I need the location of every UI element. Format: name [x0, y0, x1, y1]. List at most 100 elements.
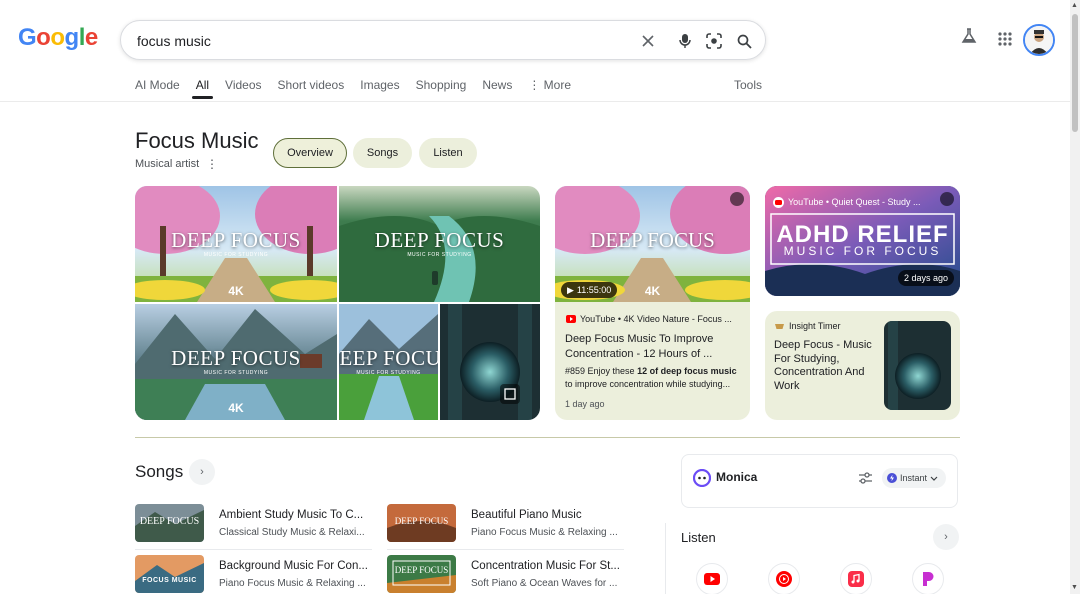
- 4k-badge: 4K: [228, 284, 244, 298]
- insight-timer-icon: [775, 323, 784, 329]
- song-artist: Soft Piano & Ocean Waves for ...: [471, 578, 618, 589]
- search-icon[interactable]: [734, 31, 754, 51]
- snippet-post: to improve concentration while studying.…: [565, 379, 731, 389]
- youtube-icon: [566, 315, 576, 323]
- bolt-icon: [887, 473, 897, 483]
- search-tabs: AI Mode All Videos Short videos Images Shoppi…: [135, 78, 587, 100]
- video-snippet: #859 Enjoy these 12 of deep focus music …: [565, 365, 743, 391]
- monica-panel[interactable]: Monica Instant: [681, 454, 958, 508]
- song-item[interactable]: DEEP FOCUS Ambient Study Music To C... C…: [135, 504, 372, 550]
- play-icon: ▶: [567, 284, 574, 295]
- collage-subtitle: MUSIC FOR STUDYING: [407, 252, 472, 258]
- song-artist: Piano Focus Music & Relaxing ...: [471, 527, 618, 538]
- chevron-right-icon: ›: [944, 531, 948, 543]
- image-tile-stream[interactable]: DEEP FOCUS MUSIC FOR STUDYING: [339, 304, 438, 420]
- logo-letter: G: [18, 24, 37, 51]
- song-title: Concentration Music For St...: [471, 560, 620, 572]
- video-duration-badge: ▶ 11:55:00: [561, 282, 618, 298]
- search-box[interactable]: focus music: [120, 20, 766, 60]
- tab-label: More: [543, 78, 572, 92]
- clear-icon[interactable]: [638, 31, 658, 51]
- adhd-source-text: YouTube • Quiet Quest - Study ...: [788, 197, 921, 207]
- labs-flask-icon[interactable]: [961, 28, 977, 49]
- song-artist: Classical Study Music & Relaxi...: [219, 527, 365, 538]
- pandora-icon[interactable]: [912, 563, 944, 594]
- settings-sliders-icon[interactable]: [859, 471, 872, 489]
- image-tile-cherry-path[interactable]: DEEP FOCUS MUSIC FOR STUDYING 4K: [135, 186, 337, 302]
- youtube-icon[interactable]: [696, 563, 728, 594]
- song-thumb-text: FOCUS MUSIC: [142, 577, 197, 584]
- mode-dropdown[interactable]: Instant: [882, 468, 946, 488]
- image-tile-river[interactable]: DEEP FOCUS MUSIC FOR STUDYING: [339, 186, 540, 302]
- logo-letter: g: [64, 24, 80, 51]
- video-duration: 11:55:00: [576, 285, 612, 295]
- scroll-up-icon[interactable]: ▲: [1071, 2, 1078, 9]
- mic-icon[interactable]: [675, 31, 695, 51]
- song-item[interactable]: DEEP FOCUS Concentration Music For St...…: [387, 555, 624, 594]
- song-thumb-text: DEEP FOCUS: [139, 516, 200, 527]
- song-thumb-text: DEEP FOCUS: [394, 565, 449, 575]
- video-title[interactable]: Deep Focus Music To Improve Concentratio…: [565, 332, 740, 362]
- song-item[interactable]: DEEP FOCUS Beautiful Piano Music Piano F…: [387, 504, 624, 550]
- logo-letter: o: [36, 24, 51, 51]
- insight-source: Insight Timer: [775, 321, 841, 331]
- songs-more-button[interactable]: ›: [189, 459, 215, 485]
- video-source-text: YouTube • 4K Video Nature - Focus ...: [580, 314, 732, 324]
- video-title-line1: Deep Focus Music To Improve: [565, 333, 714, 345]
- avatar[interactable]: [1023, 24, 1055, 56]
- tab-ai-mode[interactable]: AI Mode: [135, 78, 180, 100]
- scrollbar-thumb[interactable]: [1072, 14, 1078, 132]
- video-title-line2: Concentration - 12 Hours of ...: [565, 348, 713, 360]
- tab-short-videos[interactable]: Short videos: [278, 78, 345, 100]
- tab-shopping[interactable]: Shopping: [416, 78, 467, 100]
- google-logo[interactable]: Google: [18, 24, 98, 52]
- page-scrollbar[interactable]: ▲ ▼: [1070, 0, 1080, 594]
- lens-icon[interactable]: [704, 31, 724, 51]
- adhd-line2: MUSIC FOR FOCUS: [783, 244, 942, 258]
- chevron-right-icon: ›: [200, 466, 204, 478]
- chip-overview[interactable]: Overview: [273, 138, 347, 168]
- video-date: 1 day ago: [565, 399, 605, 409]
- tab-news[interactable]: News: [482, 78, 512, 100]
- tab-more[interactable]: ⋮ More: [528, 78, 571, 100]
- section-divider: [135, 437, 960, 438]
- collage-subtitle: MUSIC FOR STUDYING: [356, 370, 421, 376]
- header-divider: [0, 101, 1070, 102]
- listen-more-button[interactable]: ›: [933, 524, 959, 550]
- search-input[interactable]: focus music: [137, 33, 211, 49]
- tab-videos[interactable]: Videos: [225, 78, 261, 100]
- youtube-music-icon[interactable]: [768, 563, 800, 594]
- insight-thumbnail[interactable]: [884, 321, 951, 410]
- tools-button[interactable]: Tools: [734, 78, 762, 92]
- apple-music-icon[interactable]: [840, 563, 872, 594]
- scroll-down-icon[interactable]: ▼: [1071, 584, 1078, 591]
- more-dots-icon: ⋮: [528, 78, 544, 92]
- tab-all[interactable]: All: [191, 78, 214, 100]
- image-tile-mountain-lake[interactable]: DEEP FOCUS MUSIC FOR STUDYING 4K: [135, 304, 337, 420]
- mode-label: Instant: [900, 473, 928, 483]
- collage-title: DEEP FOCUS: [171, 346, 301, 370]
- song-separator: [135, 549, 372, 550]
- song-item[interactable]: FOCUS MUSIC Background Music For Con... …: [135, 555, 372, 594]
- logo-letter: o: [50, 24, 65, 51]
- song-thumbnail: DEEP FOCUS: [135, 504, 204, 542]
- video-source: YouTube • 4K Video Nature - Focus ...: [566, 314, 732, 324]
- adhd-source: YouTube • Quiet Quest - Study ...: [773, 195, 921, 209]
- chip-songs[interactable]: Songs: [353, 138, 412, 168]
- more-options-icon[interactable]: ⋮: [206, 157, 218, 171]
- entity-title: Focus Music: [135, 128, 259, 153]
- monica-logo-icon: [692, 468, 712, 492]
- image-tile-glass-orb[interactable]: [440, 304, 540, 420]
- tab-images[interactable]: Images: [360, 78, 399, 100]
- apps-grid-icon[interactable]: [998, 32, 1012, 51]
- video-thumb-title: DEEP FOCUS: [590, 228, 715, 252]
- song-thumbnail: DEEP FOCUS: [387, 504, 456, 542]
- song-title: Ambient Study Music To C...: [219, 509, 364, 521]
- entity-subtitle: Musical artist: [135, 158, 200, 170]
- song-artist: Piano Focus Music & Relaxing ...: [219, 578, 366, 589]
- 4k-badge: 4K: [228, 401, 244, 415]
- song-title: Background Music For Con...: [219, 560, 368, 572]
- adhd-age: 2 days ago: [898, 270, 955, 286]
- chip-listen[interactable]: Listen: [419, 138, 477, 168]
- youtube-icon: [773, 196, 784, 208]
